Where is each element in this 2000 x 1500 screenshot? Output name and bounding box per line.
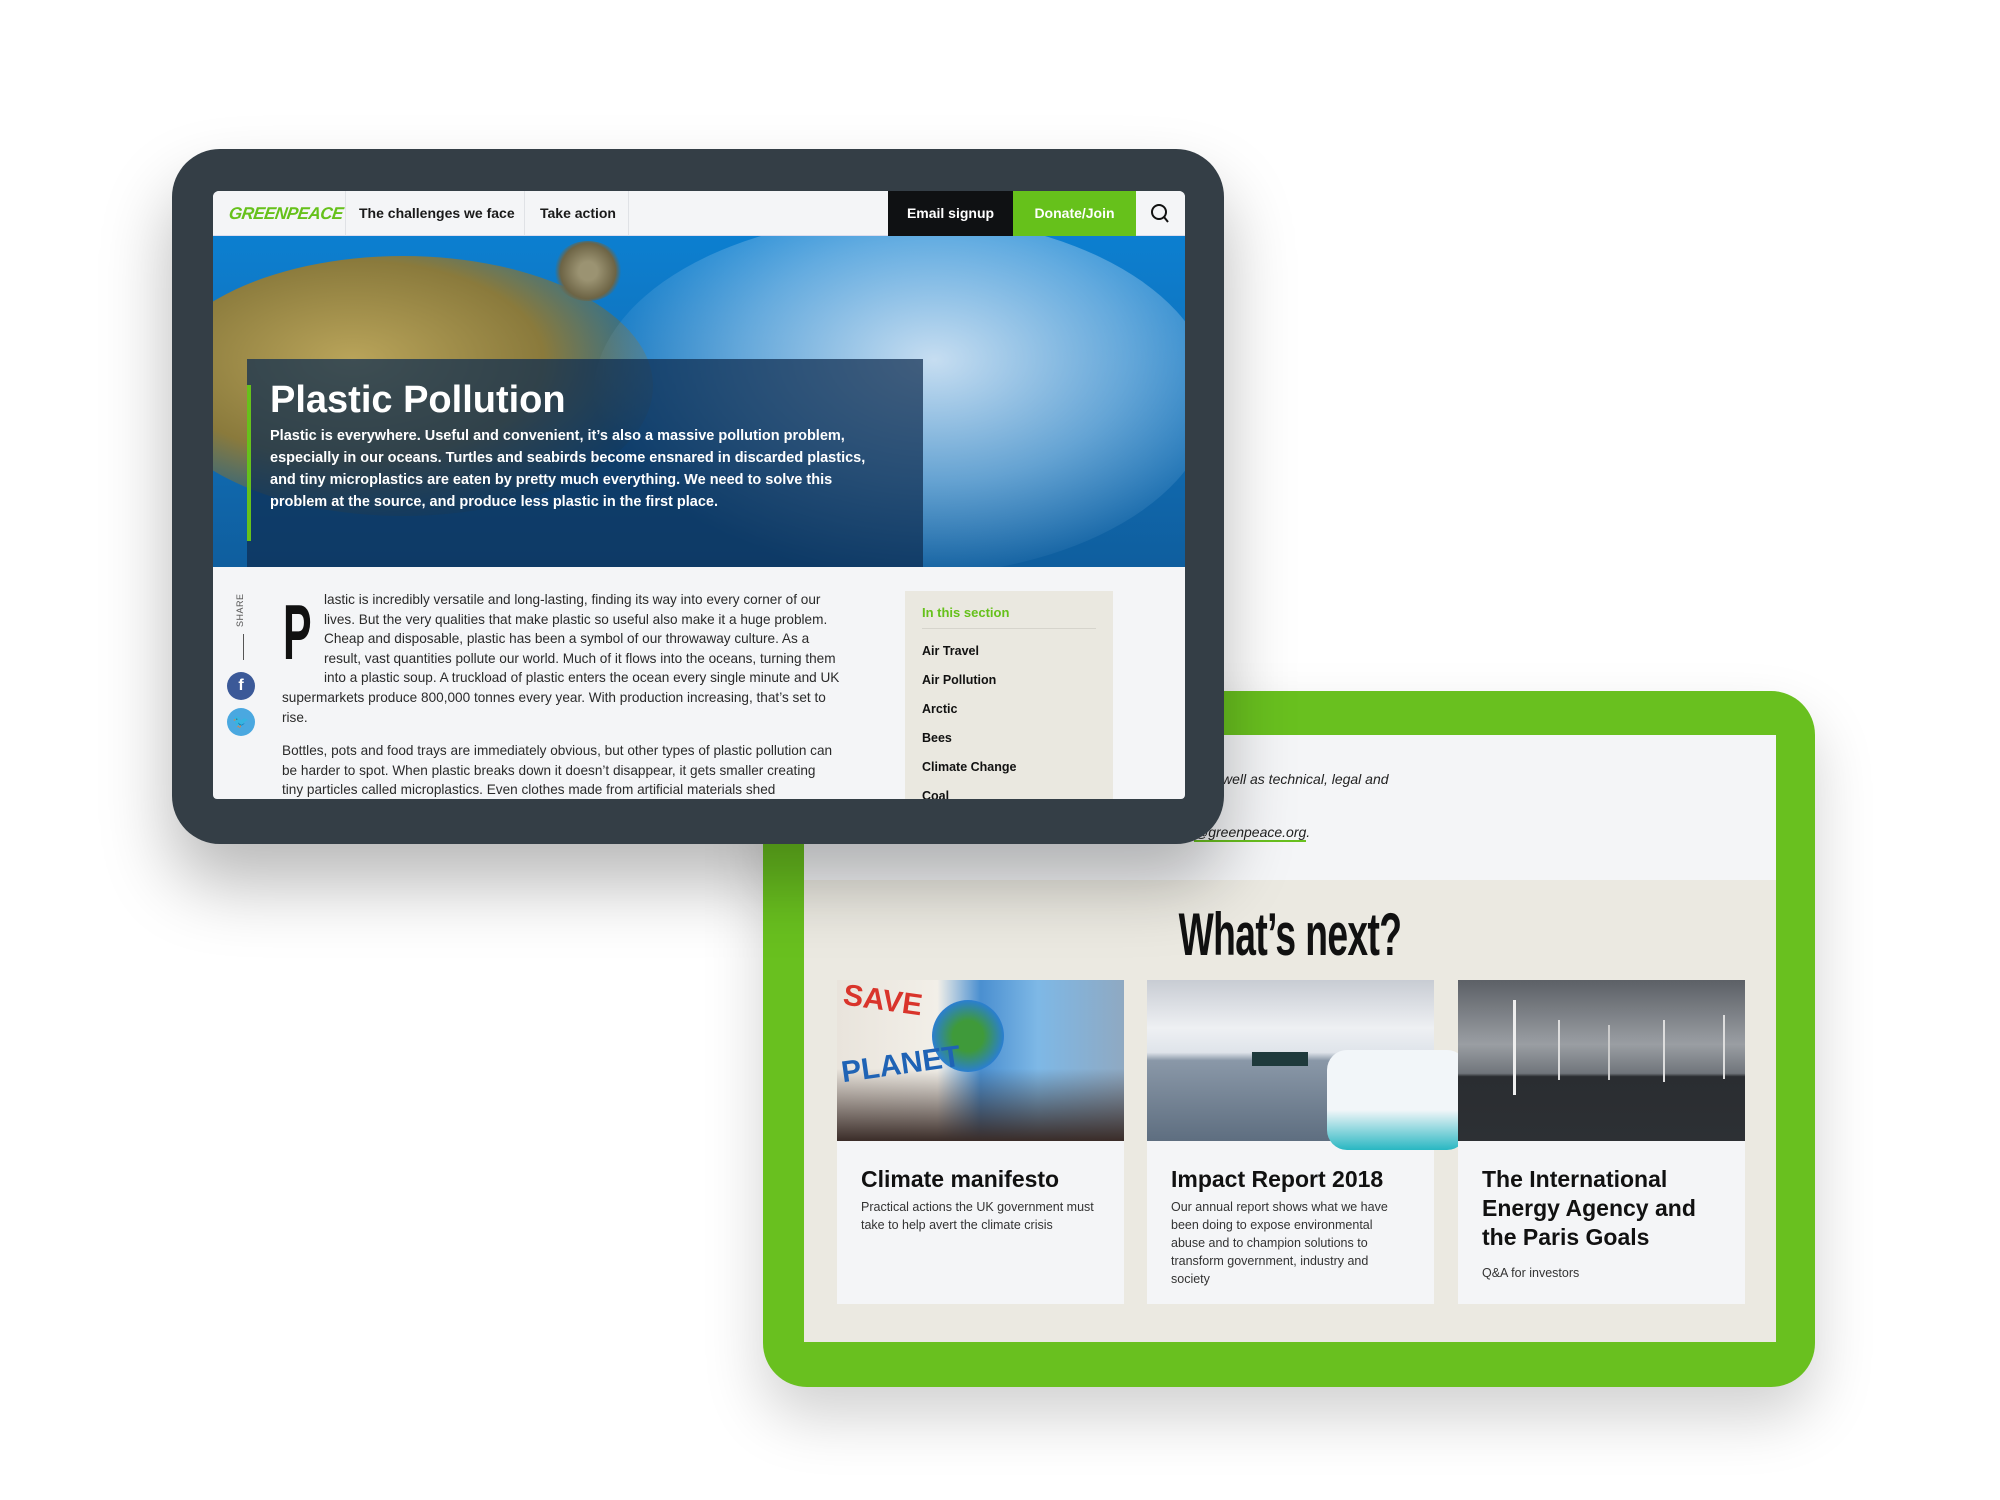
share-label: SHARE: [235, 593, 245, 627]
hero-banner: Plastic Pollution Plastic is everywhere.…: [213, 236, 1185, 567]
card-title: The International Energy Agency and the …: [1482, 1166, 1696, 1250]
nav-item-challenges[interactable]: The challenges we face: [359, 191, 515, 236]
search-icon: [1151, 204, 1169, 223]
drop-cap: P: [283, 588, 312, 676]
card-title: Impact Report 2018: [1171, 1166, 1384, 1192]
sidebar-divider: [922, 628, 1096, 629]
nav-item-take-action[interactable]: Take action: [540, 191, 616, 236]
sidebar-item-air-pollution[interactable]: Air Pollution: [922, 673, 996, 687]
card-iea-paris[interactable]: The International Energy Agency and the …: [1458, 980, 1745, 1304]
card-image-protest: SAVE PLANET: [837, 979, 1124, 1141]
page-title: Plastic Pollution: [270, 379, 566, 421]
card-description: Practical actions the UK government must…: [861, 1200, 1094, 1232]
card-description: Our annual report shows what we have bee…: [1171, 1200, 1388, 1286]
article-paragraph: Bottles, pots and food trays are immedia…: [282, 743, 833, 798]
article-paragraph: supermarkets produce 800,000 tonnes ever…: [282, 690, 826, 725]
sidebar-item-coal[interactable]: Coal: [922, 789, 949, 799]
card-climate-manifesto[interactable]: SAVE PLANET Climate manifesto Practical …: [837, 979, 1124, 1304]
card-description: Q&A for investors: [1482, 1266, 1580, 1280]
section-title: What’s next?: [1178, 901, 1402, 968]
page-intro: Plastic is everywhere. Useful and conven…: [270, 428, 866, 510]
sidebar-item-climate-change[interactable]: Climate Change: [922, 760, 1016, 774]
sidebar-item-arctic[interactable]: Arctic: [922, 702, 957, 716]
accent-bar: [247, 385, 251, 541]
donate-join-button[interactable]: Donate/Join: [1013, 191, 1136, 236]
email-suffix: .: [1306, 824, 1311, 840]
card-image-arctic-ship: [1147, 980, 1467, 1150]
sidebar-title: In this section: [922, 605, 1010, 620]
twitter-icon: 🐦: [232, 714, 250, 729]
greenpeace-logo[interactable]: GREENPEACE: [226, 191, 346, 236]
facebook-share-button[interactable]: f: [227, 672, 255, 700]
nav-divider: [628, 191, 629, 236]
share-divider: [243, 634, 244, 660]
twitter-share-button[interactable]: 🐦: [227, 708, 255, 736]
nav-divider: [345, 191, 346, 236]
top-nav: GREENPEACE The challenges we face Take a…: [213, 191, 1185, 236]
facebook-icon: f: [238, 677, 244, 694]
card-image-wind-turbines: [1458, 980, 1745, 1141]
sidebar-item-air-travel[interactable]: Air Travel: [922, 644, 979, 658]
card-impact-report[interactable]: Impact Report 2018 Our annual report sho…: [1147, 980, 1467, 1304]
nav-divider: [524, 191, 525, 236]
sidebar-item-bees[interactable]: Bees: [922, 731, 952, 745]
in-this-section-sidebar: In this section Air Travel Air Pollution…: [905, 591, 1113, 799]
dark-tablet-screen: GREENPEACE The challenges we face Take a…: [213, 191, 1185, 799]
article-paragraph: lastic is incredibly versatile and long-…: [324, 592, 840, 686]
search-button[interactable]: [1136, 191, 1185, 236]
hero-text-panel: Plastic Pollution Plastic is everywhere.…: [247, 359, 923, 567]
card-title: Climate manifesto: [861, 1166, 1060, 1192]
contact-text-line: well as technical, legal and: [1222, 771, 1389, 787]
email-signup-button[interactable]: Email signup: [888, 191, 1013, 236]
